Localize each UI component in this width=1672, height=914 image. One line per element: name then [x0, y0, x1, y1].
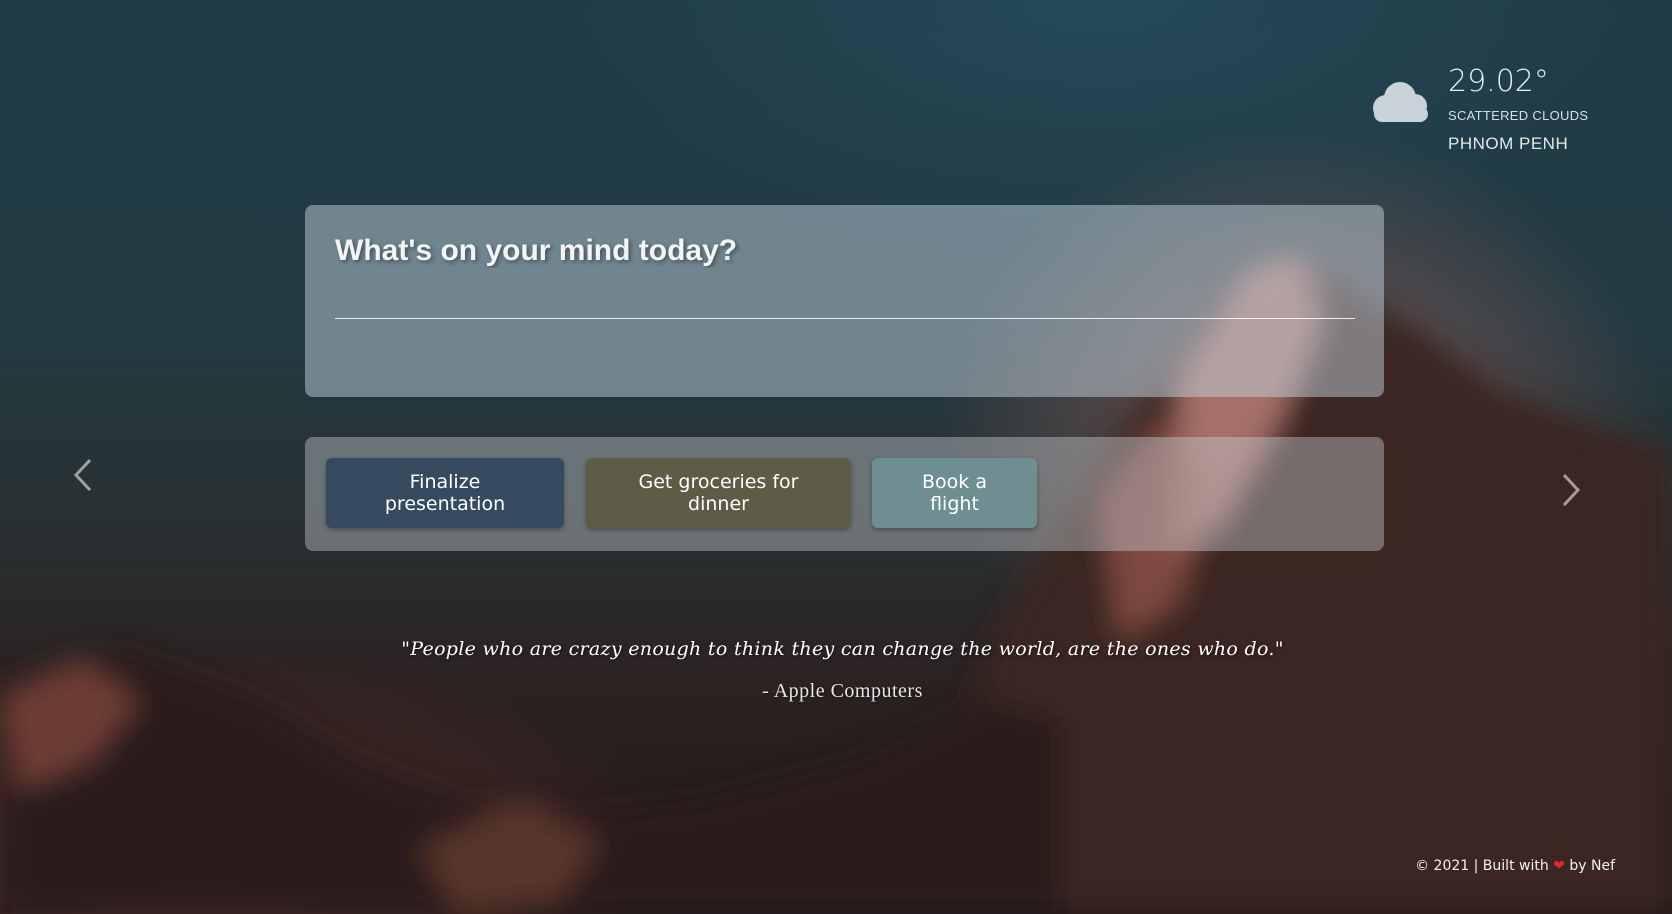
cloud-icon [1373, 82, 1428, 122]
task-button-get-groceries[interactable]: Get groceries for dinner [586, 458, 851, 528]
heart-icon: ❤ [1553, 858, 1565, 874]
temperature: 29.02° [1448, 64, 1549, 99]
quote-text: "People who are crazy enough to think th… [401, 638, 1284, 660]
footer-suffix: by Nef [1569, 858, 1615, 874]
city-name: PHNOM PENH [1448, 134, 1569, 153]
chevron-left-icon[interactable] [64, 450, 104, 500]
chevron-right-icon[interactable] [1550, 465, 1590, 515]
mind-input[interactable] [335, 233, 1355, 319]
mind-card [305, 205, 1384, 397]
weather-description: SCATTERED CLOUDS [1448, 108, 1589, 123]
footer-prefix: © 2021 | Built with [1415, 858, 1549, 874]
tasks-card: Finalize presentation Get groceries for … [305, 437, 1384, 551]
weather-widget: 29.02° SCATTERED CLOUDS PHNOM PENH [1368, 64, 1628, 164]
task-button-book-flight[interactable]: Book a flight [872, 458, 1037, 528]
footer: © 2021 | Built with ❤ by Nef [1415, 858, 1615, 874]
quote-author: - Apple Computers [762, 680, 923, 702]
task-button-finalize-presentation[interactable]: Finalize presentation [326, 458, 564, 528]
